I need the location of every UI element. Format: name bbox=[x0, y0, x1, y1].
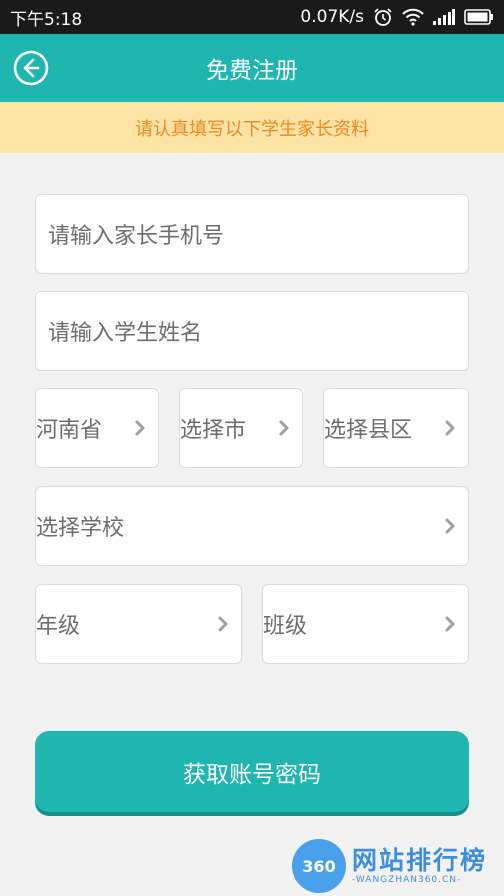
student-name-placeholder: 请输入学生姓名 bbox=[48, 321, 203, 346]
province-select[interactable]: 河南省 bbox=[35, 388, 159, 468]
chevron-right-icon bbox=[279, 420, 289, 436]
status-time: 下午5:18 bbox=[10, 9, 83, 30]
back-arrow-icon[interactable] bbox=[13, 50, 49, 86]
signal-icon bbox=[433, 9, 455, 25]
status-bar: 下午5:18 0.07K/s bbox=[0, 0, 504, 34]
county-value: 选择县区 bbox=[324, 418, 413, 443]
battery-icon bbox=[464, 9, 494, 25]
notice-banner: 请认真填写以下学生家长资料 bbox=[0, 102, 504, 153]
parent-phone-placeholder: 请输入家长手机号 bbox=[48, 224, 225, 249]
grade-value: 年级 bbox=[36, 614, 81, 639]
network-speed: 0.07K/s bbox=[300, 7, 364, 27]
class-select[interactable]: 班级 bbox=[262, 584, 469, 664]
school-select[interactable]: 选择学校 bbox=[35, 486, 469, 566]
get-account-password-button[interactable]: 获取账号密码 bbox=[35, 731, 469, 812]
chevron-right-icon bbox=[135, 420, 145, 436]
wifi-icon bbox=[402, 8, 424, 26]
county-select[interactable]: 选择县区 bbox=[323, 388, 469, 468]
watermark-url: -WANGZHAN360.CN- bbox=[352, 874, 462, 885]
chevron-right-icon bbox=[445, 518, 455, 534]
province-value: 河南省 bbox=[36, 418, 103, 443]
nav-bar: 免费注册 bbox=[0, 34, 504, 102]
class-value: 班级 bbox=[263, 614, 308, 639]
chevron-right-icon bbox=[218, 616, 228, 632]
status-right: 0.07K/s bbox=[300, 7, 494, 27]
grade-select[interactable]: 年级 bbox=[35, 584, 242, 664]
city-value: 选择市 bbox=[180, 418, 247, 443]
page-title: 免费注册 bbox=[206, 58, 298, 84]
notice-text: 请认真填写以下学生家长资料 bbox=[135, 118, 369, 140]
submit-label: 获取账号密码 bbox=[183, 761, 321, 788]
parent-phone-input[interactable]: 请输入家长手机号 bbox=[35, 194, 469, 274]
watermark-badge: 360 bbox=[292, 839, 346, 893]
city-select[interactable]: 选择市 bbox=[179, 388, 303, 468]
watermark-text: 网站排行榜 -WANGZHAN360.CN- bbox=[352, 847, 487, 885]
watermark-logo: 360 网站排行榜 -WANGZHAN360.CN- bbox=[292, 838, 500, 894]
student-name-input[interactable]: 请输入学生姓名 bbox=[35, 291, 469, 371]
chevron-right-icon bbox=[445, 420, 455, 436]
alarm-icon bbox=[373, 7, 393, 27]
chevron-right-icon bbox=[445, 616, 455, 632]
school-value: 选择学校 bbox=[36, 516, 125, 541]
watermark-title: 网站排行榜 bbox=[352, 846, 488, 876]
